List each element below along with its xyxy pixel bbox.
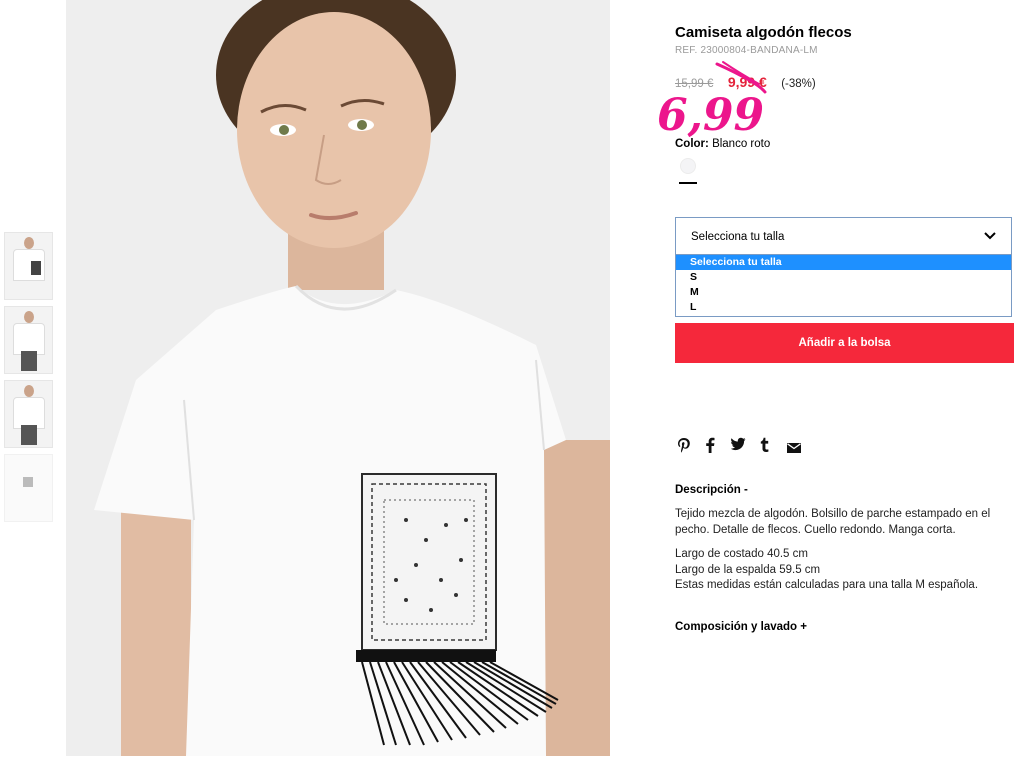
product-reference: REF. 23000804-BANDANA-LM — [675, 45, 818, 56]
color-value: Blanco roto — [712, 138, 771, 150]
facebook-icon[interactable] — [705, 437, 715, 458]
thumbnail-3[interactable] — [4, 380, 53, 448]
handwritten-price: 6,99 — [657, 90, 765, 141]
size-option-s[interactable]: S — [676, 270, 1011, 285]
chevron-down-icon — [984, 232, 996, 240]
discount-badge: (-38%) — [781, 78, 816, 90]
size-option-l[interactable]: L — [676, 300, 1011, 315]
thumbnail-4[interactable] — [4, 454, 53, 522]
size-options-list: Selecciona tu talla S M L — [675, 254, 1012, 317]
email-icon[interactable] — [787, 440, 801, 458]
product-photo — [66, 0, 610, 756]
tumblr-icon[interactable] — [760, 437, 770, 457]
description-heading[interactable]: Descripción - — [675, 484, 748, 496]
thumbnail-2[interactable] — [4, 306, 53, 374]
pinterest-icon[interactable] — [677, 437, 691, 458]
description-text: Tejido mezcla de algodón. Bolsillo de pa… — [675, 508, 991, 536]
thumbnail-strip — [4, 232, 53, 528]
product-title: Camiseta algodón flecos — [675, 24, 852, 41]
size-select[interactable]: Selecciona tu talla — [675, 217, 1012, 255]
twitter-icon[interactable] — [730, 437, 746, 456]
size-select-label: Selecciona tu talla — [691, 231, 785, 243]
color-swatch[interactable] — [680, 158, 696, 174]
side-length: Largo de costado 40.5 cm — [675, 548, 808, 560]
measurements-note: Estas medidas están calculadas para una … — [675, 579, 979, 591]
thumbnail-1[interactable] — [4, 232, 53, 300]
old-price: 15,99 € — [675, 78, 714, 90]
main-product-image — [66, 0, 610, 756]
composition-heading[interactable]: Composición y lavado + — [675, 621, 807, 633]
size-option-m[interactable]: M — [676, 285, 1011, 300]
color-label: Color: — [675, 138, 709, 150]
size-option-placeholder[interactable]: Selecciona tu talla — [676, 255, 1011, 270]
color-line: Color: Blanco roto — [675, 138, 770, 150]
add-to-bag-button[interactable]: Añadir a la bolsa — [675, 323, 1014, 363]
back-length: Largo de la espalda 59.5 cm — [675, 563, 821, 576]
swatch-selected-indicator — [679, 182, 697, 184]
